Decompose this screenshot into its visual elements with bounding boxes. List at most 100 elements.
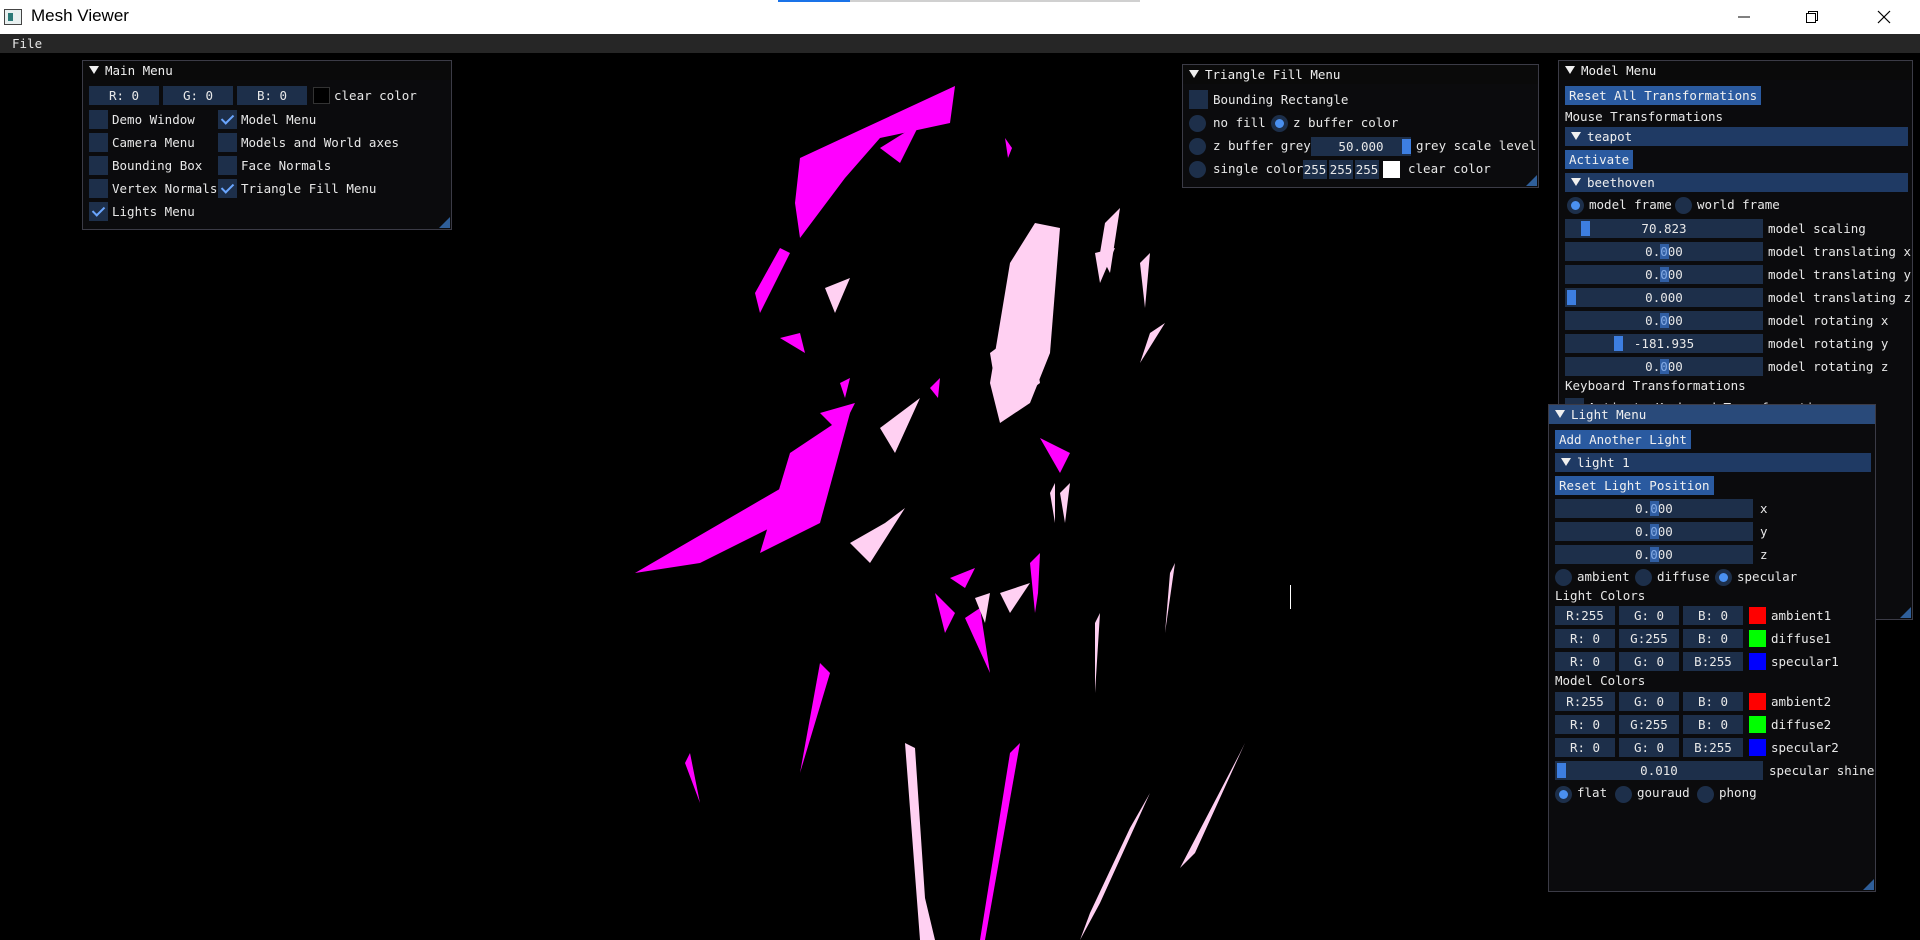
beethoven-header[interactable]: beethoven bbox=[1565, 173, 1908, 192]
light-1-header[interactable]: light 1 bbox=[1555, 453, 1871, 472]
single-color-b[interactable]: 255 bbox=[1355, 160, 1379, 179]
specular2-g[interactable]: G: 0 bbox=[1619, 738, 1679, 757]
collapse-triangle-icon[interactable] bbox=[89, 66, 99, 74]
light-z-grab[interactable] bbox=[1650, 547, 1659, 562]
teapot-header[interactable]: teapot bbox=[1565, 127, 1908, 146]
light-menu-window[interactable]: Light Menu Add Another Light light 1 Res… bbox=[1548, 404, 1876, 892]
specular1-r[interactable]: R: 0 bbox=[1555, 652, 1615, 671]
light-colors-label: Light Colors bbox=[1555, 588, 1646, 603]
specular-shine-grab[interactable] bbox=[1557, 763, 1566, 778]
specular-mode-radio[interactable] bbox=[1715, 569, 1732, 586]
grey-scale-slider[interactable]: 50.000 bbox=[1311, 137, 1411, 156]
diffuse2-b[interactable]: B: 0 bbox=[1683, 715, 1743, 734]
gouraud-shading-radio[interactable] bbox=[1615, 786, 1632, 803]
bounding-box-checkbox[interactable] bbox=[89, 156, 108, 175]
clear-color-r[interactable]: R: 0 bbox=[89, 86, 159, 105]
specular2-r[interactable]: R: 0 bbox=[1555, 738, 1615, 757]
bounding-rectangle-checkbox[interactable] bbox=[1189, 90, 1208, 109]
restore-button[interactable] bbox=[1784, 0, 1840, 34]
specular2-swatch[interactable] bbox=[1749, 739, 1766, 756]
main-menu-titlebar[interactable]: Main Menu bbox=[83, 61, 451, 80]
resize-grip[interactable] bbox=[1526, 175, 1537, 186]
light-menu-titlebar[interactable]: Light Menu bbox=[1549, 405, 1875, 424]
activate-button[interactable]: Activate bbox=[1565, 150, 1634, 169]
camera-menu-checkbox[interactable] bbox=[89, 133, 108, 152]
specular2-b[interactable]: B:255 bbox=[1683, 738, 1743, 757]
add-light-button[interactable]: Add Another Light bbox=[1555, 430, 1691, 449]
clear-color-swatch[interactable] bbox=[313, 87, 330, 104]
grey-scale-grab[interactable] bbox=[1402, 139, 1411, 154]
ambient2-swatch[interactable] bbox=[1749, 693, 1766, 710]
rotate-z-grab[interactable] bbox=[1660, 359, 1669, 374]
specular1-g[interactable]: G: 0 bbox=[1619, 652, 1679, 671]
reset-light-position-button[interactable]: Reset Light Position bbox=[1555, 476, 1714, 495]
collapse-triangle-icon[interactable] bbox=[1565, 66, 1575, 74]
ambient2-g[interactable]: G: 0 bbox=[1619, 692, 1679, 711]
clear-color-g[interactable]: G: 0 bbox=[163, 86, 233, 105]
ambient1-swatch[interactable] bbox=[1749, 607, 1766, 624]
diffuse2-r[interactable]: R: 0 bbox=[1555, 715, 1615, 734]
light-y-grab[interactable] bbox=[1650, 524, 1659, 539]
z-buffer-color-radio[interactable] bbox=[1271, 115, 1288, 132]
main-menu-window[interactable]: Main Menu R: 0 G: 0 B: 0 clear color Dem… bbox=[82, 60, 452, 230]
ambient1-g[interactable]: G: 0 bbox=[1619, 606, 1679, 625]
minimize-button[interactable] bbox=[1716, 0, 1772, 34]
ambient1-r[interactable]: R:255 bbox=[1555, 606, 1615, 625]
close-button[interactable] bbox=[1856, 0, 1912, 34]
triangle-fill-checkbox[interactable] bbox=[218, 179, 237, 198]
diffuse1-b[interactable]: B: 0 bbox=[1683, 629, 1743, 648]
single-color-g[interactable]: 255 bbox=[1329, 160, 1353, 179]
triangle-fill-titlebar[interactable]: Triangle Fill Menu bbox=[1183, 65, 1538, 84]
translate-x-grab[interactable] bbox=[1660, 244, 1669, 259]
menu-file[interactable]: File bbox=[12, 36, 42, 51]
rotate-y-slider[interactable]: -181.935 bbox=[1565, 334, 1763, 353]
model-menu-label: Model Menu bbox=[241, 112, 317, 127]
world-frame-radio[interactable] bbox=[1675, 197, 1692, 214]
diffuse2-swatch[interactable] bbox=[1749, 716, 1766, 733]
no-fill-radio[interactable] bbox=[1189, 115, 1206, 132]
resize-grip[interactable] bbox=[1900, 607, 1911, 618]
face-normals-checkbox[interactable] bbox=[218, 156, 237, 175]
ambient1-b[interactable]: B: 0 bbox=[1683, 606, 1743, 625]
model-scaling-grab[interactable] bbox=[1581, 221, 1590, 236]
specular1-swatch[interactable] bbox=[1749, 653, 1766, 670]
ambient2-r[interactable]: R:255 bbox=[1555, 692, 1615, 711]
diffuse-mode-radio[interactable] bbox=[1635, 569, 1652, 586]
clear-color-b[interactable]: B: 0 bbox=[237, 86, 307, 105]
ambient-mode-radio[interactable] bbox=[1555, 569, 1572, 586]
triangle-fill-window[interactable]: Triangle Fill Menu Bounding Rectangle no… bbox=[1182, 64, 1539, 188]
collapse-triangle-icon[interactable] bbox=[1189, 70, 1199, 78]
single-color-swatch[interactable] bbox=[1383, 161, 1400, 178]
diffuse1-g[interactable]: G:255 bbox=[1619, 629, 1679, 648]
single-color-r[interactable]: 255 bbox=[1303, 160, 1327, 179]
translate-y-grab[interactable] bbox=[1660, 267, 1669, 282]
light-x-grab[interactable] bbox=[1650, 501, 1659, 516]
rotate-y-grab[interactable] bbox=[1614, 336, 1623, 351]
model-menu-checkbox[interactable] bbox=[218, 110, 237, 129]
lights-menu-checkbox[interactable] bbox=[89, 202, 108, 221]
specular1-b[interactable]: B:255 bbox=[1683, 652, 1743, 671]
phong-shading-radio[interactable] bbox=[1697, 786, 1714, 803]
demo-window-checkbox[interactable] bbox=[89, 110, 108, 129]
collapse-triangle-icon[interactable] bbox=[1555, 410, 1565, 418]
translate-z-grab[interactable] bbox=[1567, 290, 1576, 305]
z-buffer-grey-radio[interactable] bbox=[1189, 138, 1206, 155]
resize-grip[interactable] bbox=[439, 217, 450, 228]
face-normals-label: Face Normals bbox=[241, 158, 332, 173]
vertex-normals-checkbox[interactable] bbox=[89, 179, 108, 198]
diffuse1-r[interactable]: R: 0 bbox=[1555, 629, 1615, 648]
reset-all-button[interactable]: Reset All Transformations bbox=[1565, 86, 1762, 105]
rotate-x-grab[interactable] bbox=[1660, 313, 1669, 328]
axes-checkbox[interactable] bbox=[218, 133, 237, 152]
diffuse2-g[interactable]: G:255 bbox=[1619, 715, 1679, 734]
specular-shine-slider[interactable]: 0.010 bbox=[1555, 761, 1763, 780]
model-scaling-slider[interactable]: 70.823 bbox=[1565, 219, 1763, 238]
flat-shading-radio[interactable] bbox=[1555, 786, 1572, 803]
diffuse1-swatch[interactable] bbox=[1749, 630, 1766, 647]
translate-z-slider[interactable]: 0.000 bbox=[1565, 288, 1763, 307]
resize-grip[interactable] bbox=[1863, 879, 1874, 890]
ambient2-b[interactable]: B: 0 bbox=[1683, 692, 1743, 711]
model-menu-titlebar[interactable]: Model Menu bbox=[1559, 61, 1912, 80]
single-color-radio[interactable] bbox=[1189, 161, 1206, 178]
model-frame-radio[interactable] bbox=[1567, 197, 1584, 214]
